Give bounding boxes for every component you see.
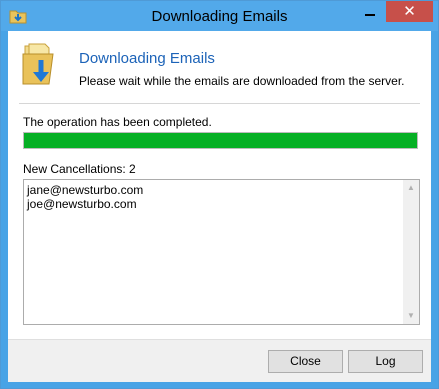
cancellations-listbox[interactable]: jane@newsturbo.com joe@newsturbo.com ▲ ▼ xyxy=(23,179,420,325)
cancellations-list: jane@newsturbo.com joe@newsturbo.com xyxy=(27,183,143,211)
header-title: Downloading Emails xyxy=(79,50,215,67)
dialog-window: Downloading Emails ✕ Downloading Emails … xyxy=(0,0,439,389)
dialog-client-area: Downloading Emails Please wait while the… xyxy=(8,31,431,382)
progress-bar xyxy=(23,132,418,149)
vertical-scrollbar[interactable]: ▲ ▼ xyxy=(403,180,419,324)
scroll-up-arrow-icon[interactable]: ▲ xyxy=(403,180,419,196)
progress-fill xyxy=(24,133,417,148)
log-button[interactable]: Log xyxy=(348,350,423,373)
header-separator xyxy=(19,103,420,104)
title-bar[interactable]: Downloading Emails ✕ xyxy=(1,1,438,31)
folder-download-icon xyxy=(22,43,54,85)
close-button[interactable]: Close xyxy=(268,350,343,373)
cancellations-label: New Cancellations: 2 xyxy=(23,162,136,176)
button-footer: Close Log xyxy=(8,339,431,382)
list-item[interactable]: jane@newsturbo.com xyxy=(27,183,143,197)
minimize-icon xyxy=(365,14,375,16)
status-text: The operation has been completed. xyxy=(23,115,212,129)
scroll-down-arrow-icon[interactable]: ▼ xyxy=(403,308,419,324)
list-item[interactable]: joe@newsturbo.com xyxy=(27,197,143,211)
window-close-button[interactable]: ✕ xyxy=(386,1,433,22)
header-description: Please wait while the emails are downloa… xyxy=(79,74,405,88)
minimize-button[interactable] xyxy=(356,1,384,22)
